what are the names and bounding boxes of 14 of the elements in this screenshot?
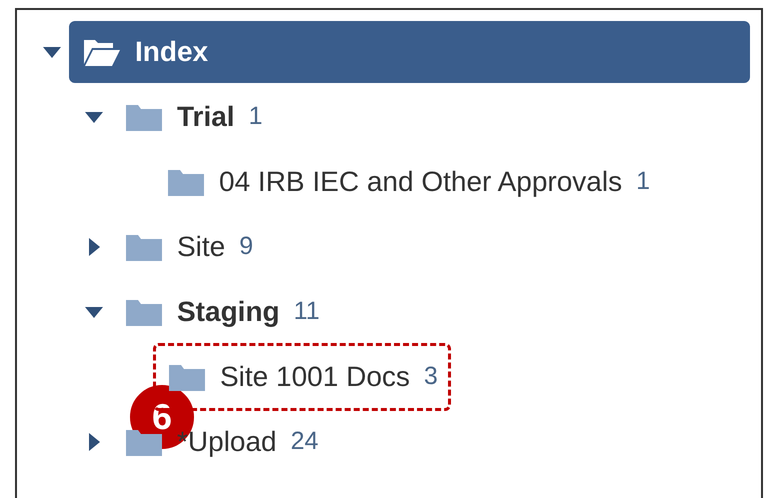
item-count: 1 — [636, 166, 650, 197]
selected-tree-item[interactable]: Index — [69, 20, 750, 82]
folder-label: Index — [135, 34, 208, 68]
item-count: 3 — [424, 360, 438, 392]
item-count: 11 — [294, 296, 320, 327]
item-count: 24 — [290, 426, 318, 457]
folder-label[interactable]: Staging — [177, 290, 280, 332]
folder-label[interactable]: Site — [177, 226, 226, 268]
item-count: 9 — [239, 230, 254, 262]
folder-label: Site 1001 Docs — [220, 360, 410, 394]
folder-label[interactable]: 04 IRB IEC and Other Approvals — [219, 160, 622, 202]
item-count: 1 — [248, 100, 262, 132]
folder-label[interactable]: Trial — [177, 96, 235, 138]
folder-label[interactable]: *Upload — [177, 420, 277, 462]
